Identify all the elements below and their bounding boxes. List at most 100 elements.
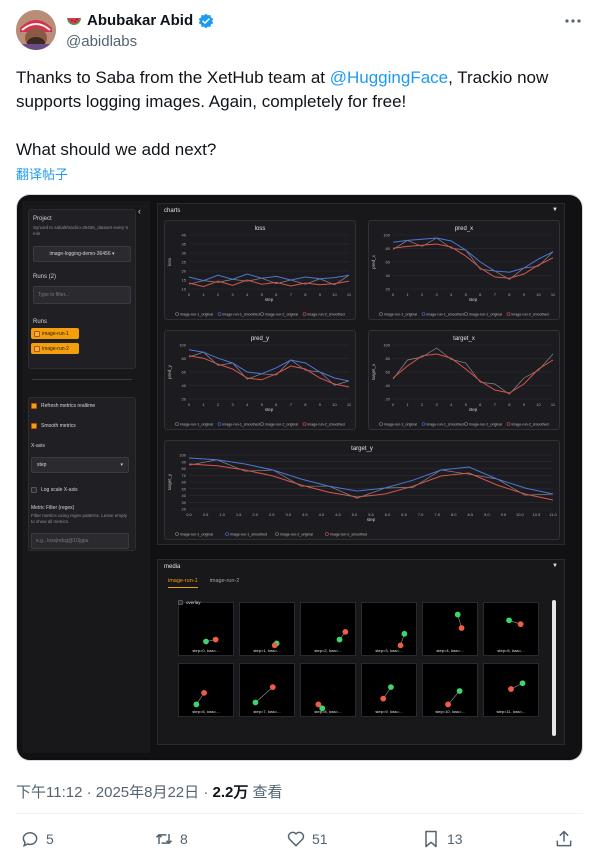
more-options-icon[interactable] xyxy=(564,12,582,30)
mention-link[interactable]: @HuggingFace xyxy=(330,68,448,87)
media-scrollbar[interactable] xyxy=(552,600,556,736)
bookmark-button[interactable]: 13 xyxy=(421,829,463,849)
legend-entry: image-run-2_smoothed xyxy=(330,533,367,537)
y-tick-label: 80 xyxy=(386,356,391,361)
series-line-original xyxy=(392,347,554,395)
reply-button[interactable]: 5 xyxy=(20,829,54,849)
run-checkbox-image-run-1[interactable]: image-run-1 xyxy=(31,328,79,339)
legend-entry: image-run-1_original xyxy=(384,423,417,427)
x-tick-label: 9 xyxy=(523,402,526,407)
thumbnail-caption: step=2, loss=... xyxy=(314,648,342,653)
tweet-header: Abubakar Abid @abidlabs xyxy=(16,10,586,58)
media-tabs: image-run-1 image-run-2 xyxy=(168,578,239,588)
x-tick-label: 9 xyxy=(319,402,322,407)
x-tick-label: 1 xyxy=(406,292,409,297)
media-thumbnail[interactable]: step=6, loss=... xyxy=(178,663,234,717)
x-tick-label: 6 xyxy=(275,402,278,407)
y-tick-label: 100 xyxy=(179,453,186,458)
x-tick-label: 10 xyxy=(536,402,541,407)
retweet-button[interactable]: 8 xyxy=(154,829,188,849)
collapse-sidebar-icon[interactable]: ‹ xyxy=(138,206,141,216)
thumbnail-caption: step=0, loss=... xyxy=(192,648,220,653)
chart-svg: pred_x pred_x 100 80 60 40 200 1 2 3 4 5 6 7 8 9 10 11 ste… xyxy=(371,226,556,317)
tweet-timestamp[interactable]: 下午11:12 · 2025年8月22日 · 2.2万 查看 xyxy=(16,781,283,802)
x-tick-label: 11 xyxy=(347,402,352,407)
legend-entry: image-run-2_original xyxy=(265,313,298,317)
media-thumbnail[interactable]: step=5, loss=... xyxy=(483,602,539,656)
thumbnail-caption: step=1, loss=... xyxy=(253,648,281,653)
tweet-actions: 5 8 51 13 xyxy=(16,829,583,853)
share-button[interactable] xyxy=(554,829,574,849)
media-thumbnail[interactable]: step=8, loss=... xyxy=(300,663,356,717)
thumbnail-caption: step=7, loss=... xyxy=(253,709,281,714)
media-thumbnail[interactable]: step=1, loss=... xyxy=(239,602,295,656)
media-title: media xyxy=(164,564,181,570)
x-tick-label: 4 xyxy=(246,292,249,297)
legend-marker xyxy=(421,422,426,426)
verified-badge-icon xyxy=(198,13,214,28)
media-thumbnail[interactable]: step=9, loss=... xyxy=(361,663,417,717)
media-thumbnail[interactable]: step=0, loss=... xyxy=(178,602,234,656)
run-checkbox-image-run-2[interactable]: image-run-2 xyxy=(31,343,79,354)
legend-entry: image-run-1_smoothed xyxy=(427,423,464,427)
x-tick-label: 10.5 xyxy=(533,512,542,517)
legend-marker xyxy=(175,312,179,316)
media-thumbnail[interactable]: step=2, loss=... xyxy=(300,602,356,656)
charts-panel: charts ▼ loss loss 40 35 30 25 20 15 10 0 1 2 3 4 5 6 7 8… xyxy=(157,203,565,545)
chart-loss[interactable]: loss loss 40 35 30 25 20 15 10 0 1 2 3 4 5 6 7 8 9 10 11 step… xyxy=(164,220,356,320)
run-filter-input[interactable]: Type to filter... xyxy=(33,286,131,304)
y-tick-label: 60 xyxy=(386,260,391,265)
chart-target-y[interactable]: target_y target_y 100 90 80 70 60 50 40 30 20 0.0 0.… xyxy=(164,440,560,540)
chart-xlabel: step xyxy=(469,297,478,302)
author-name[interactable]: Abubakar Abid xyxy=(87,12,193,29)
media-collapse-icon[interactable]: ▼ xyxy=(552,563,558,569)
project-dropdown[interactable]: image-logging-demo-36456 ▾ xyxy=(33,246,131,262)
actions-divider xyxy=(16,813,583,814)
y-tick-label: 100 xyxy=(179,343,186,348)
reply-count: 5 xyxy=(46,831,54,847)
x-tick-label: 2 xyxy=(421,402,424,407)
author-handle[interactable]: @abidlabs xyxy=(66,33,137,50)
smooth-toggle[interactable]: Smooth metrics xyxy=(31,423,76,429)
x-tick-label: 7 xyxy=(494,292,497,297)
charts-collapse-icon[interactable]: ▼ xyxy=(552,207,558,213)
chart-title: loss xyxy=(255,226,266,232)
legend-entry: image-run-2_smoothed xyxy=(512,423,549,427)
tab-image-run-1[interactable]: image-run-1 xyxy=(168,578,198,588)
avatar[interactable] xyxy=(16,10,56,50)
thumbnail-caption: step=3, loss=... xyxy=(375,648,403,653)
xaxis-dropdown[interactable]: step ▾ xyxy=(31,457,129,473)
media-thumbnail[interactable]: step=3, loss=... xyxy=(361,602,417,656)
metric-filter-input[interactable]: e.g., loss|ndcg@10|gpu xyxy=(31,533,129,549)
settings-panel xyxy=(28,397,136,551)
chart-target-x[interactable]: target_x target_x 100 80 60 40 20 0 1 2 3 4 5 6 7 8 9 10 1… xyxy=(368,330,560,430)
chart-pred-y[interactable]: pred_y pred_y 100 80 60 40 20 0 1 2 3 4 5 6 7 8 9 10 11 ste… xyxy=(164,330,356,430)
bookmark-count: 13 xyxy=(447,831,463,847)
chart-ylabel: target_x xyxy=(371,363,376,380)
tab-image-run-2[interactable]: image-run-2 xyxy=(210,578,240,588)
translate-link[interactable]: 翻译帖子 xyxy=(16,164,68,183)
y-tick-label: 40 xyxy=(182,493,187,498)
x-tick-label: 3 xyxy=(436,402,439,407)
x-tick-label: 3.0 xyxy=(285,512,291,517)
media-thumbnail[interactable]: step=10, loss=... xyxy=(422,663,478,717)
x-tick-label: 4.5 xyxy=(335,512,341,517)
chart-pred-x[interactable]: pred_x pred_x 100 80 60 40 20 0 1 2 3 4 5 6 7 8 9 10 11 ste… xyxy=(368,220,560,320)
series-line-original xyxy=(392,237,554,280)
tweet-media-image[interactable]: Project Synced to sabalt/trackio-36456_d… xyxy=(16,194,583,761)
refresh-toggle[interactable]: Refresh metrics realtime xyxy=(31,403,95,409)
y-tick-label: 90 xyxy=(182,459,187,464)
media-thumbnail[interactable]: step=4, loss=... xyxy=(422,602,478,656)
x-tick-label: 0 xyxy=(188,402,191,407)
media-thumbnail[interactable]: step=7, loss=... xyxy=(239,663,295,717)
charts-title: charts xyxy=(164,208,181,214)
media-thumbnail[interactable]: step=11, loss=... xyxy=(483,663,539,717)
legend-marker xyxy=(379,312,383,316)
x-tick-label: 1 xyxy=(202,292,205,297)
logscale-toggle[interactable]: Log scale X-axis xyxy=(31,487,78,493)
thumbnail-caption: step=8, loss=... xyxy=(314,709,342,714)
y-tick-label: 100 xyxy=(383,343,390,348)
overlay-toggle[interactable]: overlay xyxy=(178,600,201,605)
like-button[interactable]: 51 xyxy=(286,829,328,849)
legend-entry: image-run-2_smoothed xyxy=(512,313,549,317)
